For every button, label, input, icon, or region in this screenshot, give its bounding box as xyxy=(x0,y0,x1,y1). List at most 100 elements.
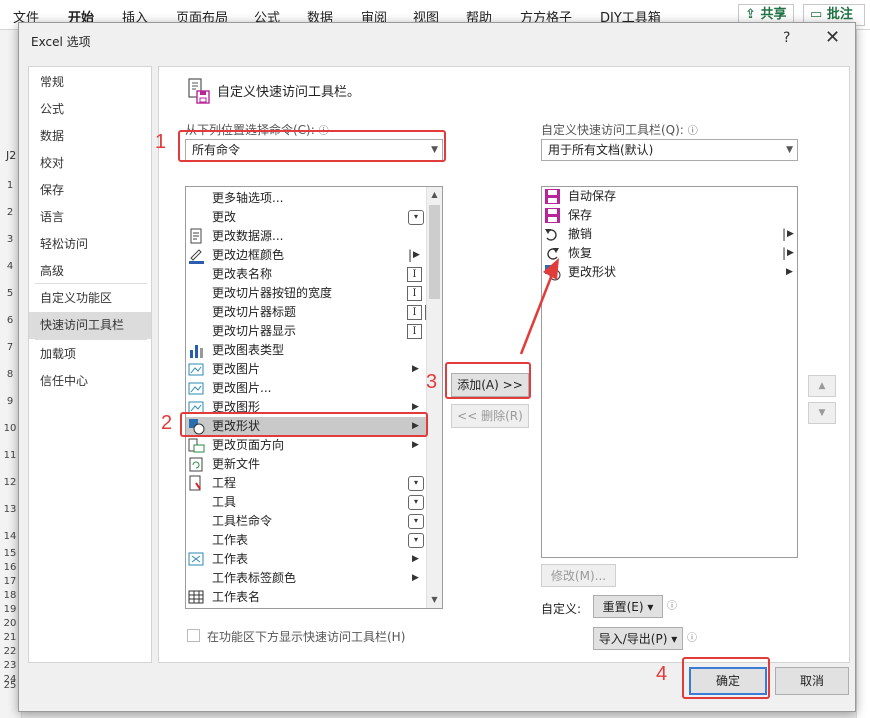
command-item[interactable]: 更新文件 xyxy=(186,455,426,474)
nav-item-accessibility[interactable]: 轻松访问 xyxy=(29,231,151,258)
row-number[interactable]: 7 xyxy=(0,342,20,353)
reset-button[interactable]: 重置(E) ▾ xyxy=(593,595,663,618)
scroll-up-icon[interactable]: ▲ xyxy=(427,187,442,203)
command-item[interactable]: 更改表名称 I xyxy=(186,265,426,284)
annotation-label-4: 4 xyxy=(656,663,668,685)
row-number[interactable]: 2 xyxy=(0,207,20,218)
nav-item-proofing[interactable]: 校对 xyxy=(29,150,151,177)
info-icon: ⓘ xyxy=(687,126,698,137)
dropdown-icon: ▾ xyxy=(408,495,424,510)
nav-item-add-ins[interactable]: 加载项 xyxy=(29,341,151,368)
dropdown-icon: ▾ xyxy=(408,210,424,225)
info-icon: ⓘ xyxy=(687,633,697,644)
scroll-thumb[interactable] xyxy=(429,205,440,299)
command-item[interactable]: 更改切片器标题 I xyxy=(186,303,440,322)
section-header: 自定义快速访问工具栏。 xyxy=(217,85,361,100)
row-number[interactable]: 3 xyxy=(0,234,20,245)
comments-label: 批注 xyxy=(826,7,853,22)
command-item[interactable]: 工具栏命令 ▾ xyxy=(186,512,426,531)
command-item[interactable]: 工作表 ▾ xyxy=(186,531,426,550)
row-number[interactable]: 19 xyxy=(0,604,20,615)
command-item[interactable]: 工作表名 xyxy=(186,588,426,607)
command-item[interactable]: 更多轴选项... xyxy=(186,189,426,208)
row-number[interactable]: 9 xyxy=(0,396,20,407)
submenu-arrow-icon: ▶ xyxy=(787,248,794,258)
close-icon[interactable]: ✕ xyxy=(825,27,840,48)
nav-item-save[interactable]: 保存 xyxy=(29,177,151,204)
pen-color-icon xyxy=(189,249,204,264)
row-number[interactable]: 14 xyxy=(0,531,20,542)
row-number[interactable]: 6 xyxy=(0,315,20,326)
nav-item-advanced[interactable]: 高级 xyxy=(29,258,151,285)
qat-scope-select[interactable]: 用于所有文档(默认) ▼ xyxy=(541,139,798,161)
show-below-ribbon-checkbox[interactable] xyxy=(187,629,200,642)
command-item-label: 更改图片... xyxy=(212,381,272,395)
row-number[interactable]: 4 xyxy=(0,261,20,272)
row-number[interactable]: 20 xyxy=(0,618,20,629)
row-number[interactable]: 8 xyxy=(0,369,20,380)
import-export-button[interactable]: 导入/导出(P) ▾ xyxy=(593,627,683,650)
modify-button[interactable]: 修改(M)... xyxy=(541,564,616,587)
nav-item-trust-center[interactable]: 信任中心 xyxy=(29,368,151,395)
command-item[interactable]: 更改图表类型 xyxy=(186,341,426,360)
row-number[interactable]: 1 xyxy=(0,180,20,191)
command-item[interactable]: 更改切片器显示 I xyxy=(186,322,426,341)
row-number[interactable]: 21 xyxy=(0,632,20,643)
document-icon xyxy=(190,228,202,244)
command-item[interactable]: 更改数据源... xyxy=(186,227,426,246)
nav-item-formulas[interactable]: 公式 xyxy=(29,96,151,123)
command-item[interactable]: 更改边框颜色 | ▶ xyxy=(186,246,426,265)
qat-item[interactable]: 保存 xyxy=(542,206,797,225)
text-box-icon: I xyxy=(407,267,422,282)
move-up-button[interactable]: ▲ xyxy=(808,375,836,397)
qat-list[interactable]: 自动保存保存 撤销 | ▶ 恢复 | ▶ 更改形状 ▶ xyxy=(541,186,798,558)
row-number[interactable]: 5 xyxy=(0,288,20,299)
qat-item[interactable]: 自动保存 xyxy=(542,187,797,206)
command-item[interactable]: 更改切片器按钮的宽度 I xyxy=(186,284,426,303)
command-item[interactable]: 工作表标签颜色 ▶ xyxy=(186,569,426,588)
command-item[interactable]: 更改 ▾ xyxy=(186,208,426,227)
qat-item[interactable]: 更改形状 ▶ xyxy=(542,263,797,282)
row-number[interactable]: 16 xyxy=(0,562,20,573)
text-box-icon: I xyxy=(407,305,422,320)
save-icon xyxy=(545,208,560,223)
row-number[interactable]: 17 xyxy=(0,576,20,587)
nav-item-data[interactable]: 数据 xyxy=(29,123,151,150)
command-item[interactable]: 工作表 ▶ xyxy=(186,550,426,569)
commands-scrollbar[interactable]: ▲ ▼ xyxy=(426,187,442,608)
row-number[interactable]: 15 xyxy=(0,548,20,559)
row-number[interactable]: 25 xyxy=(0,680,20,691)
command-item[interactable]: 更改图片... xyxy=(186,379,426,398)
command-item[interactable]: 工程 ▾ xyxy=(186,474,426,493)
cancel-button[interactable]: 取消 xyxy=(775,667,849,695)
command-item-label: 工程 xyxy=(212,476,237,490)
command-item[interactable]: 更改图片 ▶ xyxy=(186,360,426,379)
customize-label: 自定义: xyxy=(541,602,582,616)
row-number[interactable]: 22 xyxy=(0,646,20,657)
move-down-button[interactable]: ▼ xyxy=(808,402,836,424)
qat-item[interactable]: 撤销 | ▶ xyxy=(542,225,797,244)
qat-item-label: 自动保存 xyxy=(568,189,617,203)
row-number[interactable]: 12 xyxy=(0,477,20,488)
help-icon[interactable]: ? xyxy=(783,30,790,46)
quick-access-toolbar-icon xyxy=(188,78,210,104)
command-item[interactable]: 工具 ▾ xyxy=(186,493,426,512)
row-number[interactable]: 18 xyxy=(0,590,20,601)
commands-list[interactable]: 更多轴选项... 更改 ▾ 更改数据源... 更改边框颜色 | ▶ 更改表名称 I 更改切片器按钮… xyxy=(185,186,443,609)
row-number[interactable]: 11 xyxy=(0,450,20,461)
nav-item-customize-ribbon[interactable]: 自定义功能区 xyxy=(29,285,151,312)
command-item-label: 工作表 xyxy=(212,533,249,547)
row-number[interactable]: 13 xyxy=(0,504,20,515)
row-number[interactable]: 10 xyxy=(0,423,20,434)
qat-scope-label: 自定义快速访问工具栏(Q): ⓘ xyxy=(541,123,698,137)
qat-item[interactable]: 恢复 | ▶ xyxy=(542,244,797,263)
nav-item-quick-access-toolbar[interactable]: 快速访问工具栏 xyxy=(29,312,151,339)
show-below-ribbon-label: 在功能区下方显示快速访问工具栏(H) xyxy=(207,630,406,644)
command-item[interactable]: 更改页面方向 ▶ xyxy=(186,436,426,455)
scroll-down-icon[interactable]: ▼ xyxy=(427,592,442,608)
command-item-label: 更改切片器按钮的宽度 xyxy=(212,286,333,300)
nav-item-general[interactable]: 常规 xyxy=(29,69,151,96)
row-number[interactable]: 23 xyxy=(0,660,20,671)
nav-item-language[interactable]: 语言 xyxy=(29,204,151,231)
remove-button[interactable]: << 删除(R) xyxy=(451,404,529,428)
